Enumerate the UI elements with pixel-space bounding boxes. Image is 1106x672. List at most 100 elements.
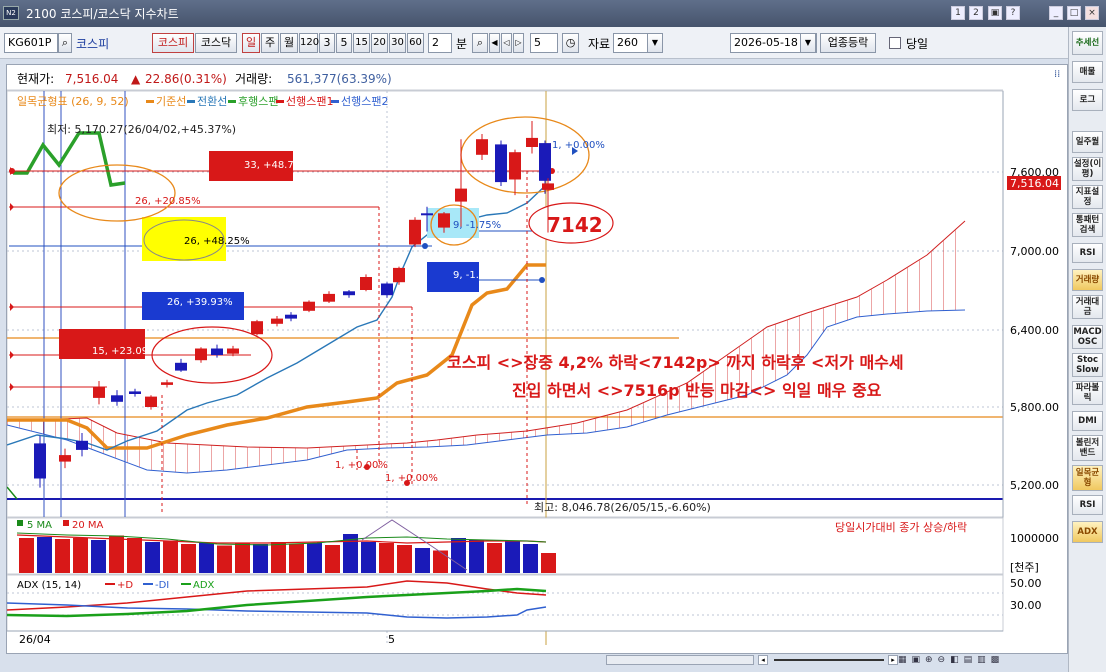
rp-dmi[interactable]: DMI: [1072, 411, 1103, 431]
candle-body: [227, 348, 239, 354]
price-tick-3: 6,400.00: [1010, 324, 1059, 337]
candle-body: [285, 314, 297, 319]
rp-adx[interactable]: ADX: [1072, 521, 1103, 543]
candle-body: [211, 348, 223, 355]
today-checkbox[interactable]: [889, 37, 901, 49]
period-week[interactable]: 주: [261, 33, 279, 53]
rp-trade-value[interactable]: 거래대금: [1072, 295, 1103, 319]
chevron-down-icon[interactable]: ▼: [647, 33, 663, 53]
window-btn-1[interactable]: 1: [951, 6, 965, 20]
box-15-label: 15, +23.09%: [92, 346, 158, 357]
candle-body: [195, 348, 207, 361]
code-input[interactable]: KG601P: [4, 33, 58, 53]
highest-label: 최고: 8,046.78(26/05/15,-6.60%): [534, 501, 711, 514]
candle-body: [455, 188, 467, 202]
window-btn-2[interactable]: 2: [969, 6, 983, 20]
rp-indicator-settings[interactable]: 지표설정: [1072, 185, 1103, 209]
legend-item[interactable]: 전환선: [197, 95, 227, 108]
volume-bar: [109, 535, 124, 573]
chart-area[interactable]: 현재가: 7,516.04 ▲ 22.86(0.31%) 거래량: 561,37…: [6, 64, 1068, 654]
period-day[interactable]: 일: [242, 33, 260, 53]
candle-body: [93, 387, 105, 398]
indicator-panel: 추세선 매물 로그 일주월 설정(이평) 지표설정 통패턴검색 RSI 거래량 …: [1068, 27, 1106, 672]
chart-tools-icon[interactable]: ▦▣⊕⊖◧▤▥▩: [898, 655, 1068, 665]
candle-body: [161, 382, 173, 385]
rp-parabolic[interactable]: 파라볼릭: [1072, 381, 1103, 405]
rp-macd[interactable]: MACD OSC: [1072, 325, 1103, 349]
label-9-175-b: 9, -1.75%: [453, 270, 501, 281]
volume-bar: [469, 540, 484, 573]
legend-item[interactable]: 기준선: [156, 95, 186, 108]
clock-icon[interactable]: ◷: [562, 33, 579, 53]
rp-period[interactable]: 일주월: [1072, 131, 1103, 153]
volume-bar: [199, 543, 214, 573]
legend-item[interactable]: 후행스팬: [238, 95, 278, 108]
period-120[interactable]: 120: [299, 33, 319, 53]
candle-body: [360, 277, 372, 290]
rp-log[interactable]: 로그: [1072, 89, 1103, 111]
next-icon[interactable]: ▷: [513, 33, 524, 53]
box-26-39-label: 26, +39.93%: [167, 297, 233, 308]
kosdaq-button[interactable]: 코스닥: [195, 33, 237, 53]
scroll-right-icon[interactable]: ▸: [888, 655, 898, 665]
comment-line-2: 진입 하면서 <>7516p 반등 마감<> 익일 매우 중요: [512, 381, 882, 400]
period-30[interactable]: 30: [389, 33, 406, 53]
title-bar: N2 2100 코스피/코스닥 지수차트 1 2 ▣ ? _ □ ×: [0, 0, 1106, 27]
period-month[interactable]: 월: [280, 33, 298, 53]
kospi-button[interactable]: 코스피: [152, 33, 194, 53]
prev-first-icon[interactable]: ◀: [489, 33, 500, 53]
volume-bar: [37, 537, 52, 573]
candle-body: [495, 144, 507, 183]
axis-settings-icon[interactable]: ⁞⁞: [1054, 69, 1060, 80]
prev-icon[interactable]: ◁: [501, 33, 512, 53]
count-input[interactable]: 5: [530, 33, 558, 53]
help-icon[interactable]: ?: [1006, 6, 1020, 20]
change-value: 22.86(0.31%): [145, 72, 227, 86]
price-tick-5: 5,200.00: [1010, 479, 1059, 492]
period-20[interactable]: 20: [371, 33, 388, 53]
rp-ma-settings[interactable]: 설정(이평): [1072, 157, 1103, 181]
period-15[interactable]: 15: [353, 33, 370, 53]
rp-rsi[interactable]: RSI: [1072, 243, 1103, 263]
rp-trendline[interactable]: 추세선: [1072, 31, 1103, 55]
search-icon[interactable]: ⌕: [58, 33, 72, 53]
rp-ichimoku[interactable]: 일목균형: [1072, 465, 1103, 491]
interval-unit: 분: [456, 37, 468, 51]
volume-bar: [307, 543, 322, 573]
candle-body: [421, 213, 433, 216]
rp-stoch[interactable]: Stoc Slow: [1072, 353, 1103, 377]
label-1-000-c: 1, +0.00%: [385, 473, 438, 484]
rp-supply[interactable]: 매물: [1072, 61, 1103, 83]
sector-button[interactable]: 업종등락: [820, 33, 876, 53]
legend-item[interactable]: 선행스팬2: [341, 95, 388, 108]
candle-body: [34, 443, 46, 479]
legend-item[interactable]: 일목균형표 (26, 9, 52): [17, 94, 129, 108]
period-3[interactable]: 3: [319, 33, 335, 53]
restore-icon[interactable]: ▣: [988, 6, 1002, 20]
close-icon[interactable]: ×: [1085, 6, 1099, 20]
period-60[interactable]: 60: [407, 33, 424, 53]
scroll-track[interactable]: [606, 655, 754, 665]
legend-item[interactable]: 선행스팬1: [286, 95, 333, 108]
candle-body: [271, 318, 283, 324]
chart-canvas[interactable]: 현재가: 7,516.04 ▲ 22.86(0.31%) 거래량: 561,37…: [7, 65, 1069, 655]
zoom-slider[interactable]: [774, 659, 884, 661]
maximize-icon[interactable]: □: [1067, 6, 1081, 20]
rp-bollinger[interactable]: 볼린저밴드: [1072, 435, 1103, 461]
zoom-icon[interactable]: ⌕: [472, 33, 488, 53]
scroll-left-icon[interactable]: ◂: [758, 655, 768, 665]
interval-input[interactable]: 2: [428, 33, 452, 53]
chart-scrollbar[interactable]: ◂ ▸ ▦▣⊕⊖◧▤▥▩: [606, 653, 1068, 667]
volume-bar: [253, 544, 268, 573]
date-chevron-icon[interactable]: ▼: [800, 33, 816, 53]
change-up-icon: ▲: [131, 72, 141, 86]
candle-body: [111, 395, 123, 402]
rp-pattern-search[interactable]: 통패턴검색: [1072, 213, 1103, 237]
period-5[interactable]: 5: [336, 33, 352, 53]
rp-volume[interactable]: 거래량: [1072, 269, 1103, 291]
rp-rsi-2[interactable]: RSI: [1072, 495, 1103, 515]
minimize-icon[interactable]: _: [1049, 6, 1063, 20]
indicator-legend[interactable]: 일목균형표 (26, 9, 52) 기준선 전환선 후행스팬 선행스팬1 선행스팬2: [17, 94, 388, 108]
legend-swatch: [146, 100, 154, 103]
candle-body: [509, 152, 521, 180]
